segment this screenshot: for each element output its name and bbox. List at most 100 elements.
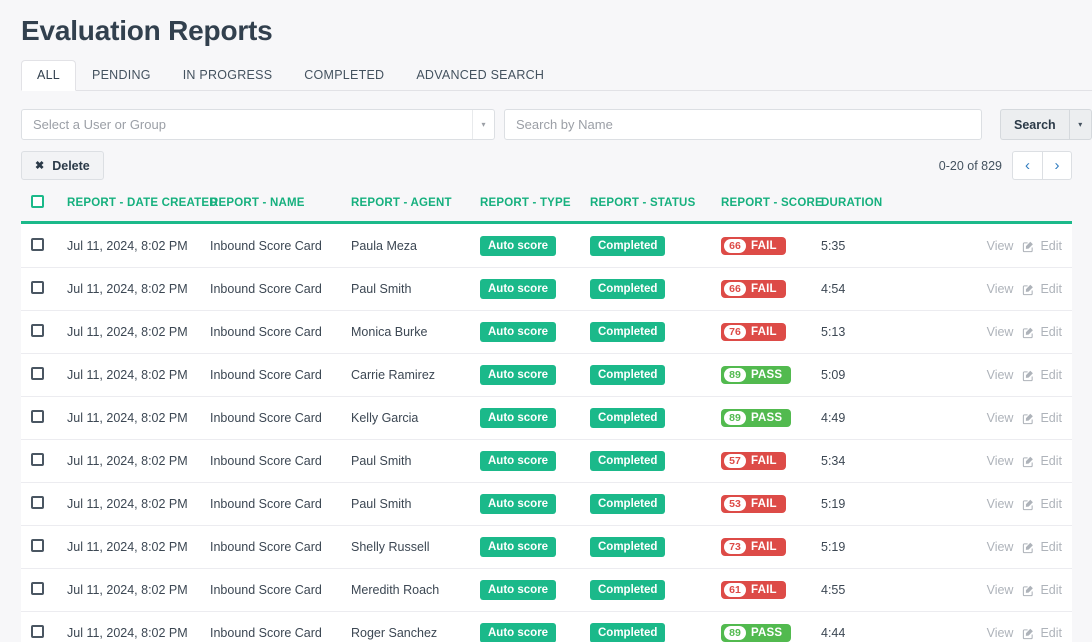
table-row[interactable]: Jul 11, 2024, 8:02 PM Inbound Score Card P… — [21, 267, 1072, 311]
row-checkbox[interactable] — [31, 367, 44, 380]
status-badge: Completed — [590, 580, 666, 600]
score-value: 76 — [724, 325, 746, 339]
edit-link-label: Edit — [1040, 239, 1062, 253]
score-value: 61 — [724, 583, 746, 597]
view-link[interactable]: View — [987, 626, 1014, 640]
column-header-report-status[interactable]: REPORT - STATUS — [590, 195, 721, 223]
search-button[interactable]: Search — [1000, 109, 1069, 140]
edit-link[interactable]: Edit — [1022, 282, 1062, 296]
user-or-group-select[interactable]: Select a User or Group ▾ — [21, 109, 495, 140]
type-badge: Auto score — [480, 451, 557, 471]
score-badge: 89 PASS — [721, 624, 792, 642]
view-link[interactable]: View — [987, 411, 1014, 425]
table-row[interactable]: Jul 11, 2024, 8:02 PM Inbound Score Card R… — [21, 611, 1072, 642]
edit-link[interactable]: Edit — [1022, 454, 1062, 468]
edit-link[interactable]: Edit — [1022, 368, 1062, 382]
status-badge: Completed — [590, 279, 666, 299]
row-checkbox[interactable] — [31, 496, 44, 509]
cell-score: 53 FAIL — [721, 482, 821, 526]
tab-pending[interactable]: PENDING — [76, 60, 167, 91]
score-value: 73 — [724, 540, 746, 554]
column-header-report-name[interactable]: REPORT - NAME — [210, 195, 351, 223]
next-page-button[interactable]: › — [1042, 151, 1072, 180]
table-row[interactable]: Jul 11, 2024, 8:02 PM Inbound Score Card M… — [21, 310, 1072, 354]
view-link[interactable]: View — [987, 239, 1014, 253]
cell-agent: Paul Smith — [351, 482, 480, 526]
row-checkbox[interactable] — [31, 410, 44, 423]
row-checkbox[interactable] — [31, 324, 44, 337]
select-all-checkbox[interactable] — [31, 195, 44, 208]
edit-link[interactable]: Edit — [1022, 540, 1062, 554]
delete-button-label: Delete — [52, 158, 90, 173]
cell-status: Completed — [590, 222, 721, 268]
cell-duration: 5:35 — [821, 222, 926, 268]
cell-type: Auto score — [480, 353, 590, 397]
table-row[interactable]: Jul 11, 2024, 8:02 PM Inbound Score Card P… — [21, 222, 1072, 268]
row-actions: View Edit — [926, 540, 1072, 554]
cell-agent: Paul Smith — [351, 439, 480, 483]
column-header-report-agent[interactable]: REPORT - AGENT — [351, 195, 480, 223]
row-select-cell — [21, 611, 67, 642]
table-row[interactable]: Jul 11, 2024, 8:02 PM Inbound Score Card K… — [21, 396, 1072, 440]
action-row: ✖ Delete 0-20 of 829 ‹ › — [0, 140, 1092, 180]
column-header-report-date-created[interactable]: REPORT - DATE CREATED — [67, 195, 218, 223]
edit-link-label: Edit — [1040, 282, 1062, 296]
row-checkbox[interactable] — [31, 281, 44, 294]
page-title: Evaluation Reports — [21, 15, 273, 46]
cell-report-name: Inbound Score Card — [210, 525, 351, 569]
table-row[interactable]: Jul 11, 2024, 8:02 PM Inbound Score Card P… — [21, 482, 1072, 526]
edit-link[interactable]: Edit — [1022, 325, 1062, 339]
score-badge: 89 PASS — [721, 366, 792, 384]
table-row[interactable]: Jul 11, 2024, 8:02 PM Inbound Score Card C… — [21, 353, 1072, 397]
column-header-report-type[interactable]: REPORT - TYPE — [480, 195, 590, 223]
tab-completed[interactable]: COMPLETED — [288, 60, 400, 91]
view-link[interactable]: View — [987, 368, 1014, 382]
table-row[interactable]: Jul 11, 2024, 8:02 PM Inbound Score Card P… — [21, 439, 1072, 483]
search-input[interactable] — [504, 109, 982, 140]
view-link[interactable]: View — [987, 325, 1014, 339]
row-checkbox[interactable] — [31, 625, 44, 638]
cell-score: 89 PASS — [721, 611, 821, 642]
type-badge: Auto score — [480, 494, 557, 514]
row-checkbox[interactable] — [31, 539, 44, 552]
tab-advanced-search[interactable]: ADVANCED SEARCH — [400, 60, 560, 91]
view-link[interactable]: View — [987, 540, 1014, 554]
filter-bar: Select a User or Group ▾ Search ▾ — [0, 91, 1092, 140]
edit-icon — [1022, 240, 1035, 253]
cell-type: Auto score — [480, 222, 590, 268]
chevron-down-icon[interactable]: ▾ — [472, 110, 494, 139]
cell-type: Auto score — [480, 439, 590, 483]
view-link[interactable]: View — [987, 454, 1014, 468]
search-options-chevron-down-icon[interactable]: ▾ — [1068, 109, 1092, 140]
column-header-duration[interactable]: DURATION — [821, 195, 926, 223]
type-badge: Auto score — [480, 623, 557, 642]
row-checkbox[interactable] — [31, 582, 44, 595]
cell-score: 89 PASS — [721, 396, 821, 440]
edit-link[interactable]: Edit — [1022, 583, 1062, 597]
cell-agent: Paula Meza — [351, 222, 480, 268]
cell-score: 76 FAIL — [721, 310, 821, 354]
table-row[interactable]: Jul 11, 2024, 8:02 PM Inbound Score Card M… — [21, 568, 1072, 612]
column-header-report-score[interactable]: REPORT - SCORE — [721, 195, 823, 223]
row-checkbox[interactable] — [31, 453, 44, 466]
tab-all[interactable]: ALL — [21, 60, 76, 91]
score-result: FAIL — [751, 455, 777, 467]
cell-date-created: Jul 11, 2024, 8:02 PM — [67, 222, 210, 268]
edit-link[interactable]: Edit — [1022, 411, 1062, 425]
cell-status: Completed — [590, 482, 721, 526]
row-select-cell — [21, 310, 67, 354]
row-actions: View Edit — [926, 411, 1072, 425]
delete-button[interactable]: ✖ Delete — [21, 151, 104, 180]
edit-link[interactable]: Edit — [1022, 239, 1062, 253]
edit-link[interactable]: Edit — [1022, 626, 1062, 640]
view-link[interactable]: View — [987, 282, 1014, 296]
edit-link[interactable]: Edit — [1022, 497, 1062, 511]
row-checkbox[interactable] — [31, 238, 44, 251]
view-link[interactable]: View — [987, 583, 1014, 597]
previous-page-button[interactable]: ‹ — [1012, 151, 1042, 180]
edit-link-label: Edit — [1040, 497, 1062, 511]
score-result: FAIL — [751, 240, 777, 252]
table-row[interactable]: Jul 11, 2024, 8:02 PM Inbound Score Card S… — [21, 525, 1072, 569]
tab-in-progress[interactable]: IN PROGRESS — [167, 60, 289, 91]
view-link[interactable]: View — [987, 497, 1014, 511]
